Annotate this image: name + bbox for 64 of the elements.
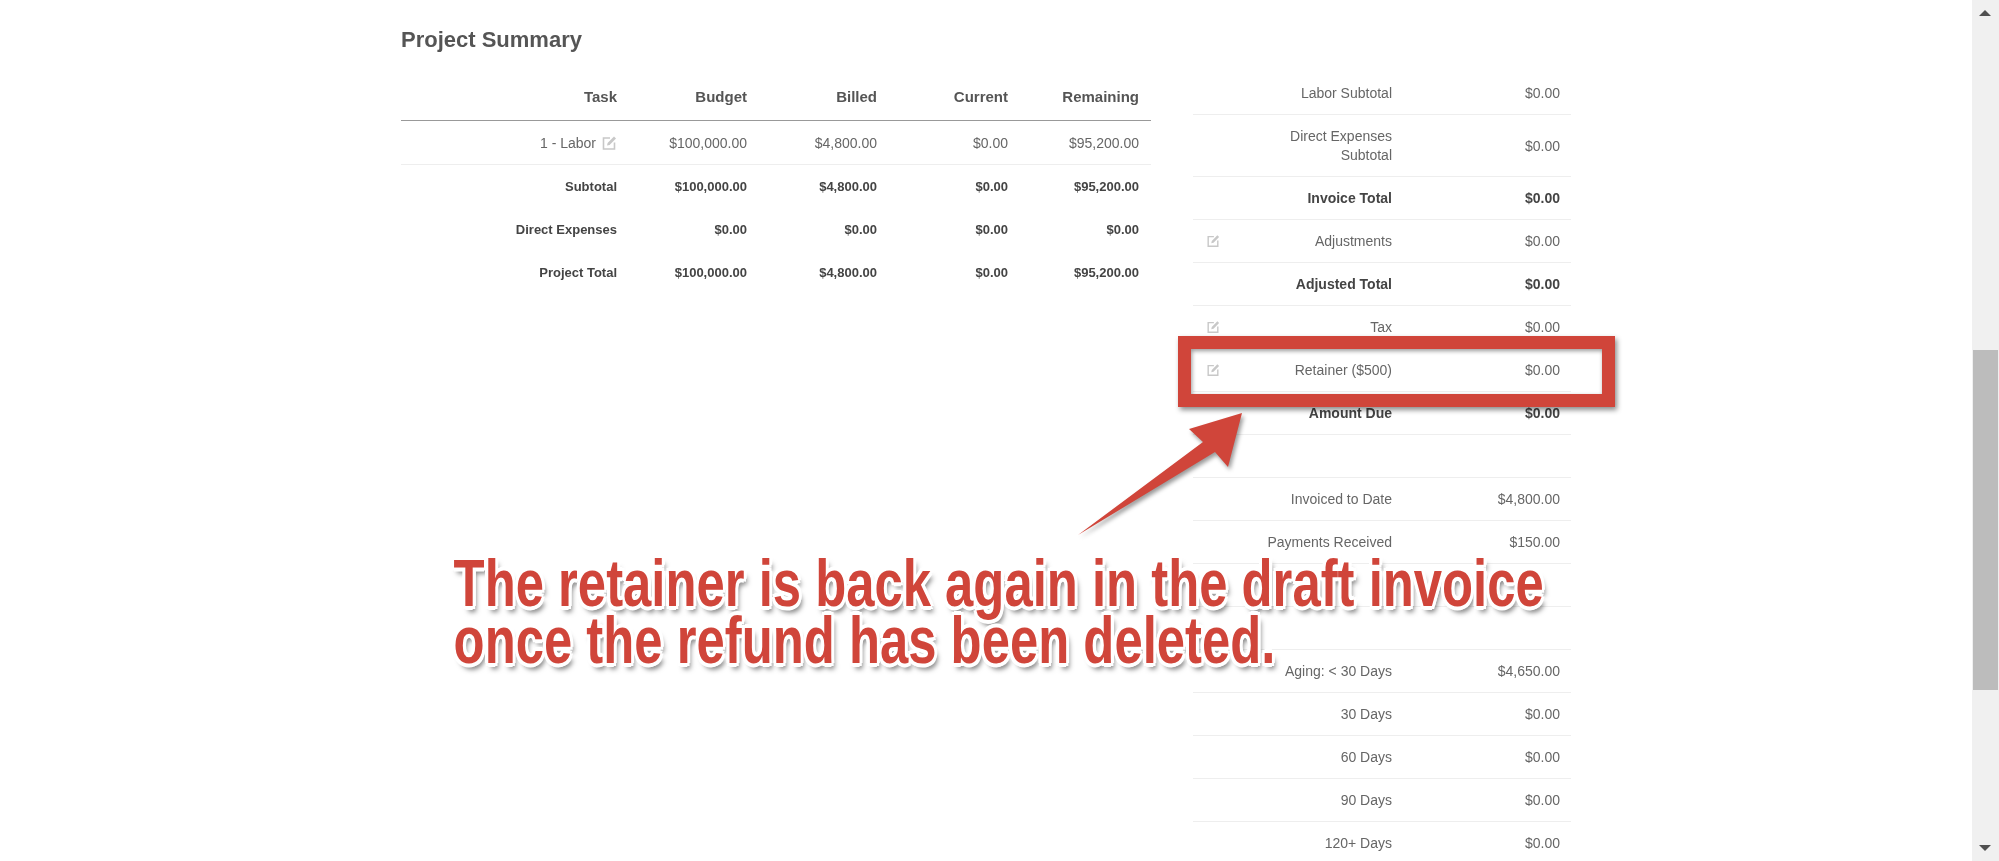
scrollbar[interactable] [1972,0,1999,861]
total-value: $4,650.00 [1497,663,1560,679]
total-label: Invoiced to Date [1290,490,1392,507]
total-label: Adjusted Total [1295,275,1392,292]
total-value: $0.00 [1524,233,1560,249]
edit-icon[interactable] [1206,363,1220,377]
section-title: Project Summary [401,27,583,53]
total-label: 60 Days [1340,748,1392,765]
table-cell: $100,000.00 [669,134,747,151]
column-header: Current [953,87,1008,105]
total-value: $0.00 [1524,835,1560,851]
column-header: Remaining [1062,87,1139,105]
total-label: Payments Received [1267,533,1392,550]
table-cell: $100,000.00 [674,265,747,280]
table-cell: $0.00 [1106,222,1139,237]
total-value: $0.00 [1524,319,1560,335]
total-value: $0.00 [1524,792,1560,808]
total-value: $0.00 [1524,405,1560,421]
total-value: $4,800.00 [1497,491,1560,507]
table-cell: $95,200.00 [1073,179,1139,194]
total-label: Direct Expenses Subtotal [1290,127,1392,163]
edit-icon[interactable] [601,134,617,151]
table-cell: Subtotal [565,179,617,194]
table-cell: $0.00 [972,134,1008,151]
scrollbar-thumb[interactable] [1973,350,1998,690]
total-value: $0.00 [1524,749,1560,765]
total-label: 30 Days [1340,705,1392,722]
table-cell: $0.00 [844,222,877,237]
table-cell: $0.00 [975,222,1008,237]
scroll-down-icon[interactable] [1979,845,1991,851]
total-value: $0.00 [1524,276,1560,292]
table-cell: 1 - Labor [539,134,596,151]
table-cell: $95,200.00 [1073,265,1139,280]
table-cell: $0.00 [975,265,1008,280]
table-cell: $4,800.00 [819,265,877,280]
table-cell: Direct Expenses [515,222,617,237]
column-header: Budget [695,87,747,105]
edit-icon[interactable] [1206,320,1220,334]
table-cell: $0.00 [714,222,747,237]
total-label: Retainer ($500) [1294,361,1392,378]
scroll-up-icon[interactable] [1979,10,1991,16]
column-header: Task [583,87,617,105]
table-cell: $4,800.00 [814,134,877,151]
total-label: 90 Days [1340,791,1392,808]
total-label: Invoice Total [1307,189,1392,206]
total-label: Adjustments [1314,232,1392,249]
column-header: Billed [836,87,877,105]
total-label: 120+ Days [1324,834,1392,851]
total-label: Aging: < 30 Days [1285,662,1392,679]
table-cell: $95,200.00 [1068,134,1139,151]
total-label: Amount Due [1308,404,1392,421]
total-value: $0.00 [1524,137,1560,154]
table-cell: Project Total [539,265,617,280]
total-label: Tax [1370,318,1392,335]
total-value: $0.00 [1524,85,1560,101]
table-cell: $100,000.00 [674,179,747,194]
total-label: Labor Subtotal [1300,84,1392,101]
total-value: $0.00 [1524,706,1560,722]
table-cell: $0.00 [975,179,1008,194]
total-value: $150.00 [1509,534,1560,550]
table-cell: $4,800.00 [819,179,877,194]
edit-icon[interactable] [1206,234,1220,248]
total-value: $0.00 [1524,362,1560,378]
total-value: $0.00 [1524,190,1560,206]
